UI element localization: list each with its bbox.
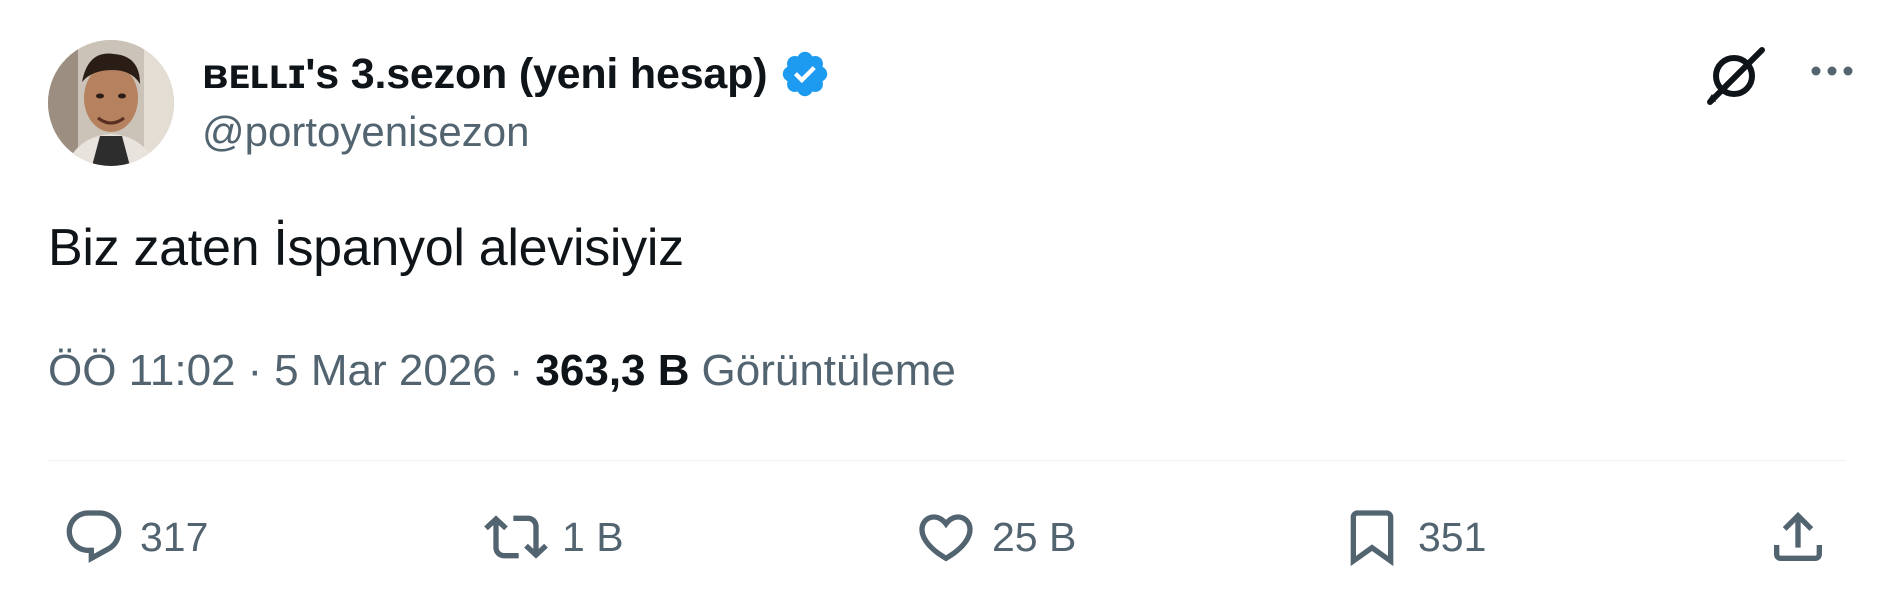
tweet-text: Biz zaten İspanyol alevisiyiz bbox=[48, 219, 684, 277]
profile-photo bbox=[48, 40, 174, 166]
author-name-row[interactable]: ʙᴇʟʟɪ's 3.sezon (yeni hesap) bbox=[202, 44, 831, 104]
share-icon bbox=[1774, 511, 1822, 561]
share-button[interactable] bbox=[1766, 502, 1830, 572]
verified-badge-icon[interactable] bbox=[779, 48, 831, 100]
bookmark-count: 351 bbox=[1418, 513, 1487, 560]
tweet-time[interactable]: ÖÖ 11:02 bbox=[48, 346, 236, 396]
retweet-count: 1 B bbox=[562, 513, 624, 560]
tweet-date[interactable]: 5 Mar 2026 bbox=[274, 346, 497, 396]
tweet-meta: ÖÖ 11:02 · 5 Mar 2026 · 363,3 B Görüntül… bbox=[48, 346, 956, 396]
bookmark-icon bbox=[1350, 510, 1394, 567]
more-icon[interactable] bbox=[1808, 56, 1856, 86]
views-label[interactable]: Görüntüleme bbox=[702, 346, 956, 396]
divider bbox=[48, 460, 1846, 461]
reply-count: 317 bbox=[140, 513, 209, 560]
display-name[interactable]: ʙᴇʟʟɪ's 3.sezon (yeni hesap) bbox=[202, 50, 768, 99]
like-count: 25 B bbox=[992, 513, 1077, 560]
retweet-button[interactable]: 1 B bbox=[484, 502, 624, 572]
grok-icon[interactable] bbox=[1702, 42, 1768, 108]
bookmark-button[interactable]: 351 bbox=[1340, 502, 1486, 572]
reply-button[interactable]: 317 bbox=[62, 502, 208, 572]
retweet-icon bbox=[484, 515, 548, 559]
meta-separator: · bbox=[247, 346, 263, 395]
author-handle[interactable]: @portoyenisezon bbox=[202, 108, 530, 156]
meta-separator: · bbox=[508, 346, 524, 395]
like-button[interactable]: 25 B bbox=[914, 502, 1076, 572]
heart-icon bbox=[919, 514, 973, 562]
views-count[interactable]: 363,3 B bbox=[535, 346, 689, 396]
reply-icon bbox=[66, 510, 122, 563]
avatar[interactable] bbox=[48, 40, 174, 166]
